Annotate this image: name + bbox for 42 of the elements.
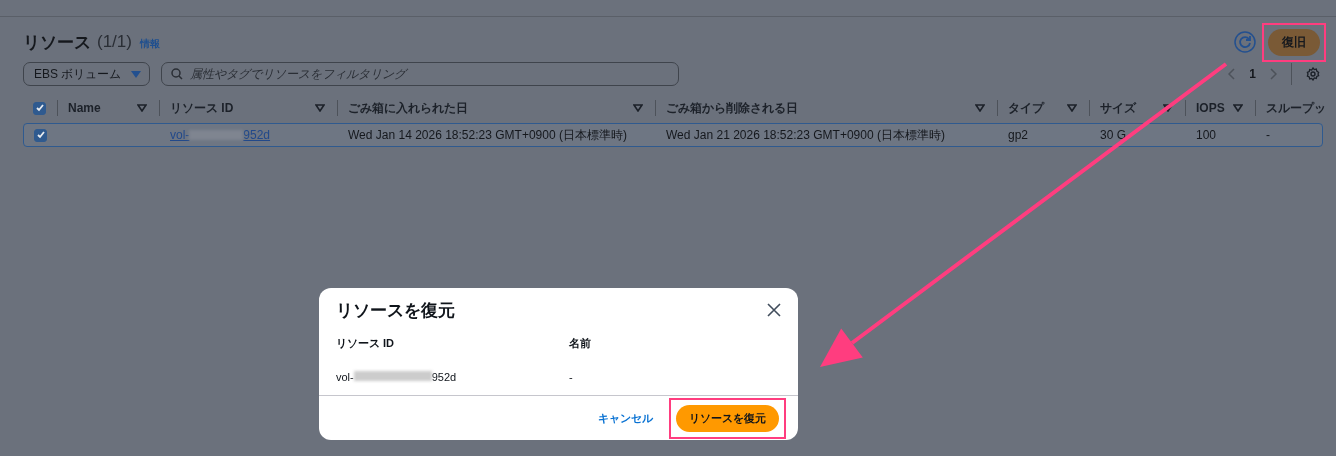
- name-value: -: [569, 371, 573, 383]
- sort-icon[interactable]: [633, 104, 643, 112]
- resource-type-dropdown[interactable]: EBS ボリューム: [23, 62, 151, 86]
- checkbox[interactable]: [34, 128, 47, 142]
- table-cell: gp2: [1008, 128, 1029, 142]
- section-title: リソース: [23, 31, 91, 54]
- sort-icon[interactable]: [315, 104, 325, 112]
- sort-icon[interactable]: [137, 104, 147, 112]
- table-cell: 100: [1196, 128, 1217, 142]
- restore-button[interactable]: 復旧: [1268, 28, 1320, 56]
- sort-icon[interactable]: [1163, 104, 1173, 112]
- resource-id: vol- 952d: [336, 371, 457, 383]
- column-header: IOPS: [1196, 101, 1225, 115]
- resource-id-link[interactable]: vol- 952d: [170, 128, 271, 142]
- table-cell: -: [1266, 128, 1270, 142]
- restore-resource-button[interactable]: リソースを復元: [676, 404, 779, 432]
- column-header: タイプ: [1008, 99, 1044, 117]
- column-header: サイズ: [1100, 99, 1136, 117]
- column-header: ごみ箱から削除される日: [666, 99, 798, 117]
- table-cell: 30 G: [1100, 128, 1126, 142]
- sort-icon[interactable]: [1233, 104, 1243, 112]
- sort-icon[interactable]: [1067, 104, 1077, 112]
- column-header: リソース ID: [336, 337, 395, 349]
- search-icon: [171, 68, 184, 80]
- settings-icon[interactable]: [1306, 67, 1320, 81]
- caret-icon: [131, 70, 142, 78]
- table-cell: Wed Jan 21 2026 18:52:23 GMT+0900 (日本標準時): [666, 126, 945, 144]
- table-cell: Wed Jan 14 2026 18:52:23 GMT+0900 (日本標準時): [348, 126, 627, 144]
- sort-icon[interactable]: [975, 104, 985, 112]
- column-header: スループッ: [1266, 99, 1326, 117]
- page-number[interactable]: 1: [1249, 67, 1256, 81]
- column-header: 名前: [569, 337, 591, 349]
- resource-count: (1/1): [97, 32, 132, 52]
- column-header: リソース ID: [170, 99, 234, 117]
- checkbox[interactable]: [33, 101, 46, 115]
- column-header: Name: [68, 101, 101, 115]
- close-icon[interactable]: [767, 303, 781, 317]
- column-header: ごみ箱に入れられた日: [348, 99, 468, 117]
- dialog-title: リソースを復元: [336, 299, 455, 322]
- search-field[interactable]: 属性やタグでリソースをフィルタリング: [161, 62, 680, 86]
- cancel-button[interactable]: キャンセル: [598, 410, 653, 426]
- table-row[interactable]: vol- 952d Wed Jan 14 2026 18:52:23 GMT+0900 (日本標準時) Wed Jan 21 2026 18:52:23 GMT+0900 (日本標準時) gp2 30 G 100 -: [23, 123, 1323, 147]
